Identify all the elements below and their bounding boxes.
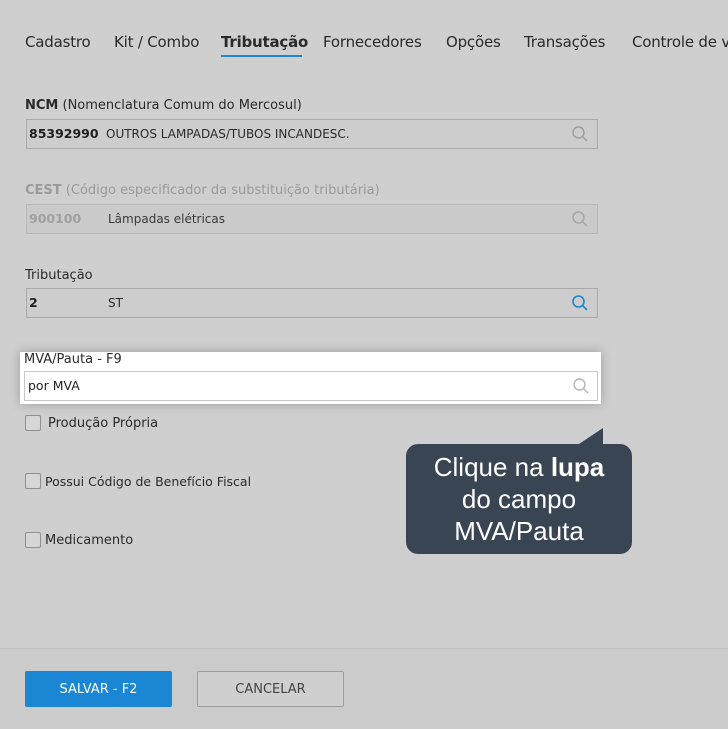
ncm-label: NCM (Nomenclatura Comum do Mercosul) [25, 98, 302, 113]
mva-field[interactable]: por MVA [24, 371, 598, 401]
ncm-field[interactable]: 85392990 OUTROS LAMPADAS/TUBOS INCANDESC… [26, 119, 598, 149]
tab-bar: Cadastro Kit / Combo Tributação Forneced… [0, 0, 728, 70]
checkbox-box[interactable] [25, 473, 41, 489]
tributacao-description: ST [108, 296, 123, 310]
ncm-code: 85392990 [29, 126, 99, 141]
tooltip-line-3: MVA/Pauta [454, 516, 584, 546]
tributacao-code: 2 [29, 295, 38, 310]
tab-kit-combo[interactable]: Kit / Combo [114, 33, 199, 51]
active-tab-indicator [221, 55, 302, 57]
checkbox-beneficio-fiscal[interactable]: Possui Código de Benefício Fiscal [25, 473, 251, 489]
tab-controle[interactable]: Controle de v [632, 33, 728, 51]
checkbox-box[interactable] [25, 532, 41, 548]
cancel-button[interactable]: CANCELAR [197, 671, 344, 707]
search-icon[interactable] [571, 294, 589, 312]
cest-label-rest: (Código especificador da substituição tr… [61, 183, 380, 198]
checkbox-box[interactable] [25, 415, 41, 431]
tab-transacoes[interactable]: Transações [524, 33, 606, 51]
checkbox-label: Medicamento [45, 532, 134, 548]
ncm-description: OUTROS LAMPADAS/TUBOS INCANDESC. [106, 127, 350, 141]
mva-highlight: MVA/Pauta - F9 por MVA [20, 352, 601, 404]
tooltip-line-1: Clique na lupa [406, 451, 632, 483]
mva-value: por MVA [28, 378, 80, 393]
tributacao-field[interactable]: 2 ST [26, 288, 598, 318]
checkbox-label: Produção Própria [48, 415, 159, 431]
tooltip-arrow [579, 428, 603, 444]
save-button[interactable]: SALVAR - F2 [25, 671, 172, 707]
cest-field: 900100 Lâmpadas elétricas [26, 204, 598, 234]
checkbox-producao-propria[interactable]: Produção Própria [25, 415, 158, 431]
tooltip-line-1-bold: lupa [550, 452, 605, 482]
tab-tributacao[interactable]: Tributação [221, 33, 308, 51]
tutorial-tooltip: Clique na lupa do campo MVA/Pauta [406, 428, 632, 554]
footer-bar: SALVAR - F2 CANCELAR [0, 648, 728, 729]
tributacao-label: Tributação [25, 268, 93, 283]
checkbox-label: Possui Código de Benefício Fiscal [45, 473, 252, 489]
cest-label-bold: CEST [25, 183, 62, 198]
tab-opcoes[interactable]: Opções [446, 33, 501, 51]
ncm-label-rest: (Nomenclatura Comum do Mercosul) [58, 98, 302, 113]
tooltip-line-2: do campo [461, 484, 577, 514]
tooltip-line-1-text: Clique na [433, 452, 551, 482]
cest-label: CEST (Código especificador da substituiç… [25, 183, 380, 198]
ncm-label-bold: NCM [25, 98, 59, 113]
search-icon[interactable] [572, 377, 590, 395]
cest-code: 900100 [29, 211, 82, 226]
search-icon [571, 210, 589, 228]
checkbox-medicamento[interactable]: Medicamento [25, 532, 133, 548]
cest-description: Lâmpadas elétricas [108, 212, 226, 226]
tab-cadastro[interactable]: Cadastro [25, 33, 91, 51]
mva-label: MVA/Pauta - F9 [24, 352, 122, 367]
tab-fornecedores[interactable]: Fornecedores [323, 33, 422, 51]
search-icon[interactable] [571, 125, 589, 143]
